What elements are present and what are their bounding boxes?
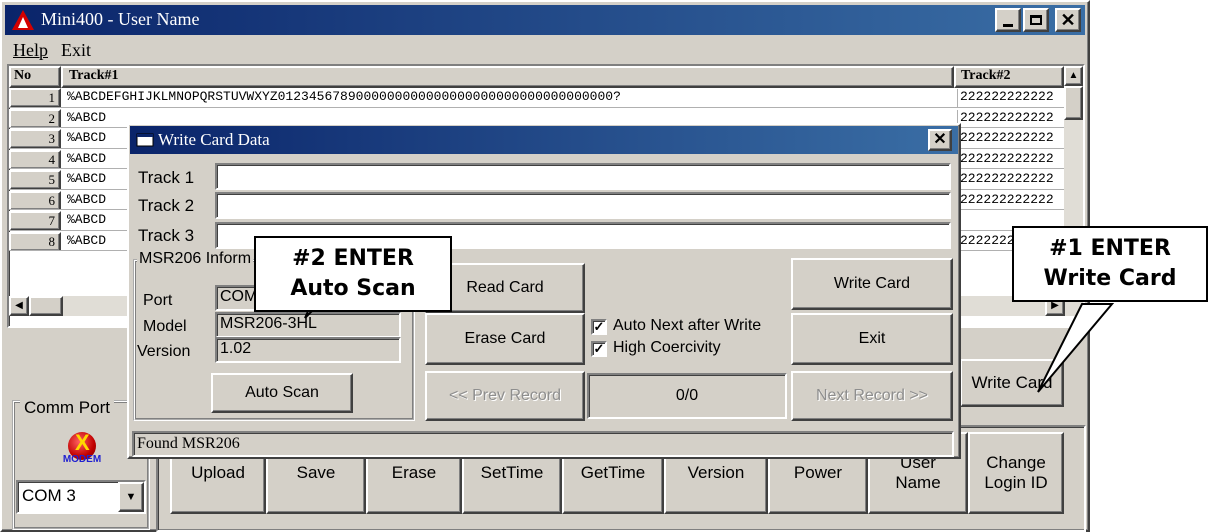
callout1-line1: #1 ENTER [1049,236,1171,261]
callout2-line2: Auto Scan [290,275,416,301]
callout1-line2: Write Card [1043,265,1177,291]
callout-write-card: #1 ENTER Write Card [1012,226,1208,302]
callout2-line1: #2 ENTER [292,246,414,271]
callout-auto-scan: #2 ENTER Auto Scan [254,236,452,312]
callout1-pointer [1037,303,1115,393]
